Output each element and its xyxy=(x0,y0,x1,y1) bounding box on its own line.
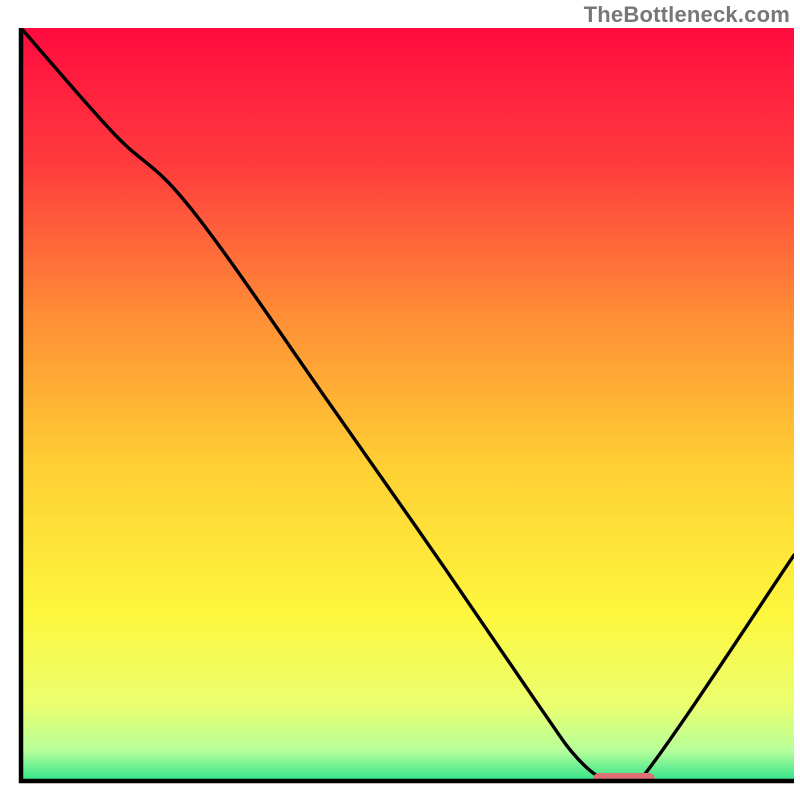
chart-svg xyxy=(0,0,800,800)
chart-container: TheBottleneck.com xyxy=(0,0,800,800)
plot-background xyxy=(21,28,794,781)
